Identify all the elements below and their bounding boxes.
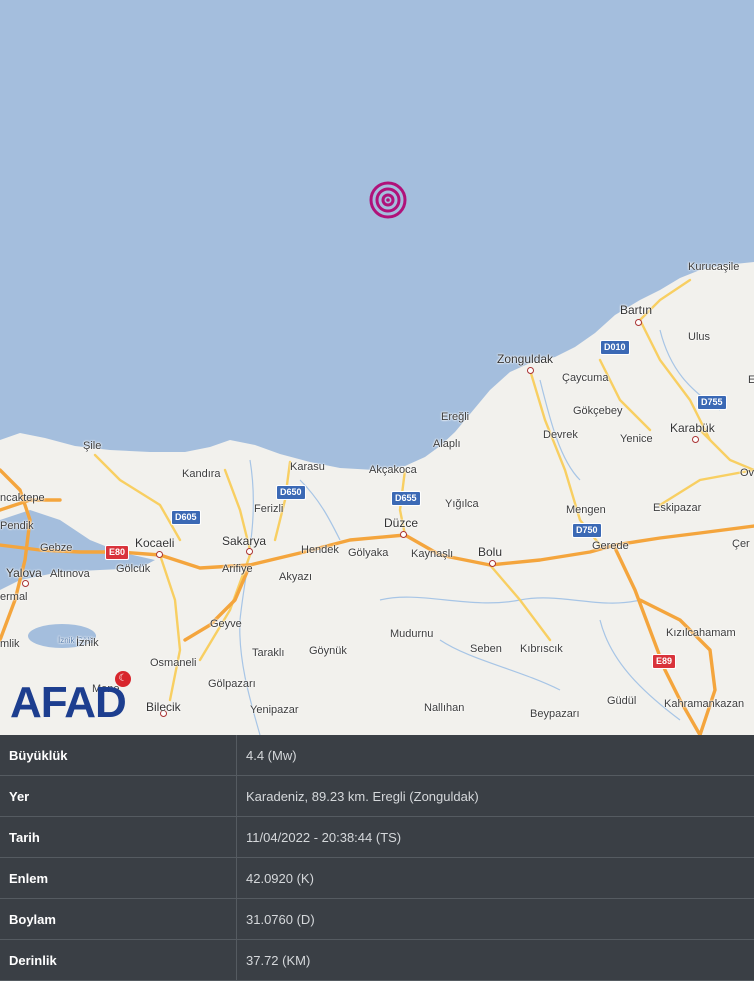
label-kaynasli: Kaynaşlı	[411, 548, 453, 560]
row-value: 37.72 (KM)	[237, 940, 754, 981]
label-mudurnu: Mudurnu	[390, 628, 433, 640]
label-mengen: Mengen	[566, 504, 606, 516]
label-bilecik: Bilecik	[146, 700, 181, 714]
label-devrek: Devrek	[543, 429, 578, 441]
label-geyve: Geyve	[210, 618, 242, 630]
label-ferizli: Ferizli	[254, 503, 283, 515]
label-seben: Seben	[470, 643, 502, 655]
label-yalova: Yalova	[6, 566, 42, 580]
label-zonguldak: Zonguldak	[497, 352, 553, 366]
label-akcakoca: Akçakoca	[369, 464, 417, 476]
label-kibriscik: Kıbrıscık	[520, 643, 563, 655]
label-karasu: Karasu	[290, 461, 325, 473]
label-cekmekoy: ncaktepe	[0, 492, 45, 504]
label-sile: Şile	[83, 440, 101, 452]
label-golyaka: Gölyaka	[348, 547, 388, 559]
table-row: Yer Karadeniz, 89.23 km. Eregli (Zonguld…	[0, 776, 754, 817]
table-row: Derinlik 37.72 (KM)	[0, 940, 754, 981]
row-value: 31.0760 (D)	[237, 899, 754, 940]
city-dot-kocaeli	[156, 551, 163, 558]
row-value: 4.4 (Mw)	[237, 735, 754, 776]
land	[0, 262, 754, 735]
label-pendik: Pendik	[0, 520, 34, 532]
shield-e89: E89	[652, 654, 676, 669]
shield-d650: D650	[276, 485, 306, 500]
row-value: 42.0920 (K)	[237, 858, 754, 899]
label-bartin: Bartın	[620, 303, 652, 317]
table-row: Boylam 31.0760 (D)	[0, 899, 754, 940]
label-alapli: Alaplı	[433, 438, 461, 450]
label-yigilca: Yığılca	[445, 498, 479, 510]
label-golpazari: Gölpazarı	[208, 678, 256, 690]
label-gokcebey: Gökçebey	[573, 405, 623, 417]
row-label: Tarih	[0, 817, 237, 858]
label-gerede: Gerede	[592, 540, 629, 552]
table-row: Tarih 11/04/2022 - 20:38:44 (TS)	[0, 817, 754, 858]
row-label: Enlem	[0, 858, 237, 899]
city-dot-yalova	[22, 580, 29, 587]
label-karabuk: Karabük	[670, 421, 715, 435]
row-value: 11/04/2022 - 20:38:44 (TS)	[237, 817, 754, 858]
label-altinova: Altınova	[50, 568, 90, 580]
shield-d755: D755	[697, 395, 727, 410]
label-gebze: Gebze	[40, 542, 72, 554]
city-dot-zonguldak	[527, 367, 534, 374]
afad-logo: AFAD	[10, 683, 126, 723]
label-yenipazar: Yenipazar	[250, 704, 299, 716]
row-label: Derinlik	[0, 940, 237, 981]
label-gudul: Güdül	[607, 695, 636, 707]
label-kocaeli: Kocaeli	[135, 536, 174, 550]
label-akyazi: Akyazı	[279, 571, 312, 583]
label-cer: Çer	[732, 538, 750, 550]
label-beypazari: Beypazarı	[530, 708, 580, 720]
shield-e80: E80	[105, 545, 129, 560]
shield-d605: D605	[171, 510, 201, 525]
shield-d010: D010	[600, 340, 630, 355]
label-yenice: Yenice	[620, 433, 653, 445]
logo-text: AFAD	[10, 683, 126, 723]
map-view[interactable]: Kurucaşile Bartın Ulus Zonguldak Çaycuma…	[0, 0, 754, 735]
label-ermal: ermal	[0, 591, 28, 603]
city-dot-duzce	[400, 531, 407, 538]
label-duzce: Düzce	[384, 516, 418, 530]
map-base	[0, 0, 754, 735]
label-goynuk: Göynük	[309, 645, 347, 657]
epicenter-marker[interactable]	[371, 183, 405, 217]
city-dot-karabuk	[692, 436, 699, 443]
label-osmaneli: Osmaneli	[150, 657, 196, 669]
label-mlik: mlik	[0, 638, 20, 650]
label-golcuk: Gölcük	[116, 563, 150, 575]
row-value: Karadeniz, 89.23 km. Eregli (Zonguldak)	[237, 776, 754, 817]
label-bolu: Bolu	[478, 545, 502, 559]
city-dot-bartin	[635, 319, 642, 326]
label-eregli: Ereğli	[441, 411, 469, 423]
row-label: Büyüklük	[0, 735, 237, 776]
earthquake-details-table: Büyüklük 4.4 (Mw) Yer Karadeniz, 89.23 k…	[0, 735, 754, 981]
label-kahramankazan: Kahramankazan	[664, 698, 744, 710]
label-tarakli: Taraklı	[252, 647, 284, 659]
label-e-edge: E	[748, 374, 754, 386]
city-dot-bolu	[489, 560, 496, 567]
row-label: Yer	[0, 776, 237, 817]
label-arifiye: Arifiye	[222, 563, 253, 575]
label-kizilcahamam: Kızılcahamam	[666, 627, 736, 639]
label-kandira: Kandıra	[182, 468, 221, 480]
city-dot-sakarya	[246, 548, 253, 555]
label-ova: Ov	[740, 467, 754, 479]
label-caycuma: Çaycuma	[562, 372, 608, 384]
label-kurucasile: Kurucaşile	[688, 261, 739, 273]
label-eskipazar: Eskipazar	[653, 502, 701, 514]
table-row: Enlem 42.0920 (K)	[0, 858, 754, 899]
row-label: Boylam	[0, 899, 237, 940]
label-iznik: İznik	[76, 637, 99, 649]
label-hendek: Hendek	[301, 544, 339, 556]
label-sakarya: Sakarya	[222, 534, 266, 548]
shield-d750: D750	[572, 523, 602, 538]
table-row: Büyüklük 4.4 (Mw)	[0, 735, 754, 776]
shield-d655: D655	[391, 491, 421, 506]
label-ulus: Ulus	[688, 331, 710, 343]
label-nallihan: Nallıhan	[424, 702, 464, 714]
